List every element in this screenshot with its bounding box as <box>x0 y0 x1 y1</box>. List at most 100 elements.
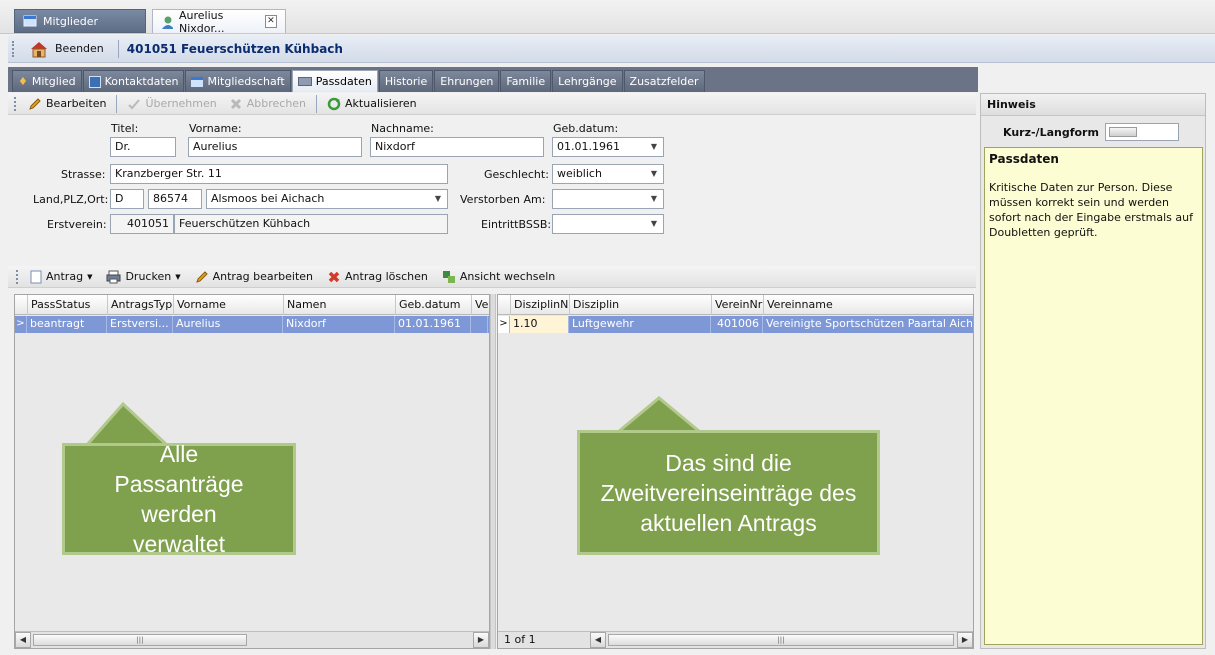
strasse-field[interactable]: Kranzberger Str. 11 <box>110 164 448 184</box>
titel-field[interactable]: Dr. <box>110 137 176 157</box>
scroll-thumb[interactable]: ||| <box>33 634 247 646</box>
person-icon <box>162 16 173 29</box>
column-header[interactable]: Namen <box>284 295 396 315</box>
uebernehmen-button[interactable]: Übernehmen <box>123 94 220 114</box>
beenden-button[interactable]: Beenden <box>22 40 110 58</box>
table-cell[interactable]: Luftgewehr <box>569 316 711 333</box>
contacts-icon <box>88 75 101 88</box>
doc-tab-mitglieder[interactable]: Mitglieder <box>14 9 146 33</box>
separator <box>316 94 318 113</box>
erstverein-nr-field[interactable]: 401051 <box>110 214 174 234</box>
pager-label: 1 of 1 <box>504 633 536 646</box>
table-cell[interactable]: Aurelius <box>173 316 283 333</box>
tab-lehrgaenge[interactable]: Lehrgänge <box>552 70 623 92</box>
scroll-left-button[interactable]: ◀ <box>15 632 31 648</box>
geschlecht-label: Geschlecht: <box>484 168 549 181</box>
ansicht-wechseln-button[interactable]: Ansicht wechseln <box>438 267 559 287</box>
scroll-thumb[interactable]: ||| <box>608 634 954 646</box>
scroll-right-button[interactable]: ▶ <box>473 632 489 648</box>
table-cell[interactable] <box>471 316 488 333</box>
nachname-label: Nachname: <box>371 122 434 135</box>
toggle-knob <box>1108 127 1137 137</box>
house-exit-icon <box>31 41 47 57</box>
gebdatum-dropdown[interactable]: 01.01.1961 ▼ <box>552 137 664 157</box>
column-header[interactable]: PassStatus <box>28 295 108 315</box>
table-row[interactable]: > beantragt Erstversi... Aurelius Nixdor… <box>15 316 489 333</box>
separator <box>117 39 119 58</box>
hinweis-text: Kritische Daten zur Person. Diese müssen… <box>989 181 1193 239</box>
grid-header: PassStatus AntragsTyp Vorname Namen Geb.… <box>15 295 489 315</box>
horizontal-scrollbar[interactable]: 1 of 1 ◀ ||| ▶ <box>498 631 973 648</box>
aktualisieren-button[interactable]: Aktualisieren <box>323 94 421 114</box>
scroll-right-button[interactable]: ▶ <box>957 632 973 648</box>
horizontal-scrollbar[interactable]: ◀ ||| ▶ <box>15 631 489 648</box>
erstverein-name-field[interactable]: Feuerschützen Kühbach <box>174 214 448 234</box>
bearbeiten-button[interactable]: Bearbeiten <box>24 94 110 114</box>
tab-passdaten[interactable]: Passdaten <box>291 70 378 92</box>
tab-mitgliedschaft[interactable]: Mitgliedschaft <box>185 70 291 92</box>
document-tab-bar: Mitglieder Aurelius Nixdor... ✕ <box>0 0 1215 35</box>
toolbar-grip <box>14 96 18 111</box>
hinweis-header: Hinweis <box>981 94 1205 116</box>
antrag-toolbar: Antrag ▼ Drucken ▼ Antrag bearbeiten Ant… <box>8 266 976 288</box>
table-cell[interactable]: 401006 <box>711 316 763 333</box>
column-header[interactable]: AntragsTyp <box>108 295 174 315</box>
tab-zusatzfelder[interactable]: Zusatzfelder <box>623 70 705 92</box>
table-cell[interactable]: 1.10 <box>510 316 569 333</box>
land-field[interactable]: D <box>110 189 144 209</box>
column-header[interactable]: Vere <box>472 295 489 315</box>
column-header[interactable]: DisziplinNr <box>511 295 570 315</box>
eintritt-bssb-dropdown[interactable]: ▼ <box>552 214 664 234</box>
table-cell[interactable]: Nixdorf <box>283 316 395 333</box>
column-header[interactable]: Vorname <box>174 295 284 315</box>
titel-label: Titel: <box>111 122 139 135</box>
tab-historie[interactable]: Historie <box>378 70 434 92</box>
vorname-field[interactable]: Aurelius <box>188 137 362 157</box>
tab-kontaktdaten[interactable]: Kontaktdaten <box>82 70 185 92</box>
ort-dropdown[interactable]: Alsmoos bei Aichach ▼ <box>206 189 448 209</box>
column-header[interactable]: Disziplin <box>570 295 712 315</box>
table-cell[interactable]: beantragt <box>27 316 107 333</box>
column-header[interactable]: Geb.datum <box>396 295 472 315</box>
hinweis-panel: Hinweis Kurz-/Langform Passdaten Kritisc… <box>980 93 1206 649</box>
antrag-dropdown-button[interactable]: Antrag ▼ <box>26 267 96 287</box>
toolbar-grip <box>16 269 20 284</box>
nachname-field[interactable]: Nixdorf <box>370 137 544 157</box>
tab-ehrungen[interactable]: Ehrungen <box>434 70 500 92</box>
table-cell[interactable]: Vereinigte Sportschützen Paartal Aich <box>763 316 972 333</box>
scroll-left-button[interactable]: ◀ <box>590 632 606 648</box>
table-cell[interactable]: Erstversi... <box>107 316 173 333</box>
window-icon <box>23 15 37 27</box>
doc-tab-aurelius[interactable]: Aurelius Nixdor... ✕ <box>152 9 286 35</box>
antrag-loeschen-button[interactable]: Antrag löschen <box>323 267 432 287</box>
abbrechen-button[interactable]: Abbrechen <box>225 94 310 114</box>
person-icon: ♦ <box>18 75 28 88</box>
checkmark-icon <box>128 98 141 109</box>
chevron-down-icon: ▼ <box>175 272 181 281</box>
hinweis-title: Passdaten <box>989 152 1059 166</box>
refresh-icon <box>327 97 341 110</box>
eintritt-bssb-label: EintrittBSSB: <box>481 218 552 231</box>
geschlecht-dropdown[interactable]: weiblich ▼ <box>552 164 664 184</box>
land-plz-ort-label: Land,PLZ,Ort: <box>33 193 109 206</box>
chevron-down-icon: ▼ <box>650 219 657 228</box>
table-cell[interactable]: 01.01.1961 <box>395 316 471 333</box>
strasse-label: Strasse: <box>61 168 106 181</box>
grid-splitter[interactable] <box>490 294 496 649</box>
antrag-bearbeiten-button[interactable]: Antrag bearbeiten <box>191 267 317 287</box>
tab-mitglied[interactable]: ♦ Mitglied <box>12 70 82 92</box>
document-icon <box>30 270 42 283</box>
column-header[interactable]: VereinNr <box>712 295 764 315</box>
close-tab-button[interactable]: ✕ <box>264 15 277 28</box>
tab-familie[interactable]: Familie <box>500 70 552 92</box>
plz-field[interactable]: 86574 <box>148 189 202 209</box>
drucken-dropdown-button[interactable]: Drucken ▼ <box>102 267 184 287</box>
column-header[interactable]: Vereinname <box>764 295 973 315</box>
action-toolbar: Bearbeiten Übernehmen Abbrechen Aktualis… <box>8 93 976 115</box>
row-indicator-header <box>15 295 28 315</box>
table-row[interactable]: > 1.10 Luftgewehr 401006 Vereinigte Spor… <box>498 316 973 333</box>
kurz-langform-toggle[interactable] <box>1104 123 1179 141</box>
card-icon <box>297 77 312 86</box>
vorname-label: Vorname: <box>189 122 242 135</box>
verstorben-dropdown[interactable]: ▼ <box>552 189 664 209</box>
